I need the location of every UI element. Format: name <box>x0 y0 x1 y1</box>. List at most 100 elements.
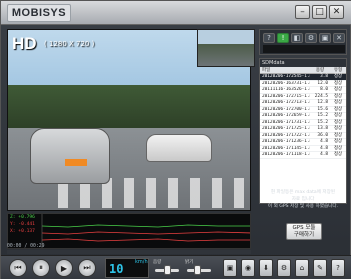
file-cell-size: 12.0 <box>317 80 328 86</box>
file-cell-name: 20120206-172713-1.mx <box>262 100 310 105</box>
gsensor-x-line <box>41 238 250 242</box>
control-bar: ⏮ ⏸ ▶ ⏭ 10 km/h 음량 밝기 ▣ ◉ ⬇ ⚙ ⌂ ✎? <box>1 255 351 279</box>
video-car-side <box>146 134 212 162</box>
file-cell-name: 20111116-163526-1.mx <box>262 87 310 92</box>
file-cell-size: 12.8 <box>317 100 328 105</box>
file-cell-name: 20120206-172659-1.mx <box>262 113 310 118</box>
file-cell-size: 4.8 <box>320 139 328 144</box>
playback-time: 00:00 / 00:29 <box>7 244 45 249</box>
file-list-header: 파일 용량 유형 <box>260 67 346 74</box>
map-tool-icon[interactable]: ⚙ <box>305 33 317 43</box>
column-header-size[interactable]: 용량 <box>310 67 330 73</box>
play-button[interactable]: ▶ <box>55 259 73 277</box>
storage-notice: 현 파일등은 max data에 저장된 자료 입니다 이 외 GPS 저장 및… <box>259 189 347 210</box>
file-cell-type: 정상 <box>333 106 343 112</box>
license-plate <box>65 159 87 166</box>
rear-camera-ground <box>198 44 254 66</box>
video-trees <box>8 85 250 130</box>
file-list-panel: SDMdata 파일 용량 유형 20120206-172545-1.mx 3.8… <box>259 58 347 204</box>
video-car-front <box>30 128 110 184</box>
file-cell-size: 15.2 <box>317 119 328 125</box>
file-cell-name: 20120206-172715-1.mx <box>262 93 310 99</box>
file-cell-name: 20120206-163731-1.mx <box>262 80 310 86</box>
file-cell-size: 13.8 <box>317 126 328 131</box>
next-button[interactable]: ⏭ <box>78 259 96 277</box>
open-button[interactable]: ⬇ <box>259 259 273 277</box>
brightness-label: 밝기 <box>185 260 194 265</box>
gps-purchase-button[interactable]: GPS 모듈 구매하기 <box>286 223 322 240</box>
file-cell-size: 4.8 <box>320 152 328 157</box>
gsensor-y-line <box>41 231 250 235</box>
title-bar: MOBISYS – □ ✕ <box>1 1 351 25</box>
file-cell-type: 정상 <box>333 119 343 125</box>
notice-line: 현 파일등은 max data에 저장된 <box>270 190 336 195</box>
gps-button-line1: GPS 모듈 <box>292 225 316 231</box>
capture-button[interactable]: ◉ <box>241 259 255 277</box>
volume-slider[interactable]: 음량 <box>153 260 181 276</box>
minimize-button[interactable]: – <box>295 5 310 19</box>
file-cell-type: 정상 <box>333 87 343 92</box>
map-tool-icon[interactable]: ▣ <box>319 33 331 43</box>
timeline-scrubber[interactable] <box>7 250 251 254</box>
gsensor-z-line <box>41 224 250 228</box>
settings-button[interactable]: ⚙ <box>277 259 291 277</box>
map-panel: ?! ◧ ⚙ ▣ ✕ <box>259 29 347 55</box>
brightness-slider[interactable]: 밝기 <box>185 260 213 276</box>
speed-unit: km/h <box>135 259 148 265</box>
file-list-title: SDMdata <box>260 59 346 67</box>
screen-mode-button[interactable]: ▣ <box>223 259 237 277</box>
notice-line: 이 외 GPS 저장 및 사용 하였습니다. <box>267 204 339 209</box>
volume-label: 음량 <box>153 260 162 265</box>
video-quality-label: HD <box>12 34 37 53</box>
file-cell-name: 20120206-172545-1.mx <box>262 74 310 79</box>
pause-button[interactable]: ⏸ <box>32 259 50 277</box>
map-tool-icon[interactable]: ✕ <box>333 33 345 43</box>
brightness-knob[interactable] <box>193 265 201 275</box>
file-cell-name: 20120206-171725-1.mx <box>262 126 310 131</box>
maximize-button[interactable]: □ <box>312 5 327 19</box>
volume-knob[interactable] <box>163 265 171 275</box>
file-cell-size: 224.5 <box>314 93 328 99</box>
gps-status-bar <box>263 45 345 53</box>
file-cell-type: 정상 <box>333 139 343 144</box>
file-cell-name: 20120206-171731-1.mx <box>262 119 310 125</box>
file-cell-size: 15.2 <box>317 113 328 118</box>
file-cell-type: 정상 <box>333 152 343 157</box>
file-cell-name: 20120206-171236-1.mx <box>262 139 310 144</box>
file-cell-size: 8.0 <box>320 87 328 92</box>
file-cell-size: 36.0 <box>317 132 328 138</box>
close-button[interactable]: ✕ <box>329 5 344 19</box>
file-cell-name: 20120206-171722-1.mx <box>262 132 310 138</box>
file-row[interactable]: 20120206-171118-1.mx 4.8 정상 <box>260 152 346 159</box>
file-cell-type: 정상 <box>333 145 343 151</box>
file-cell-type: 정상 <box>333 132 343 138</box>
gps-button-line2: 구매하기 <box>293 232 315 238</box>
file-cell-type: 정상 <box>333 100 343 105</box>
file-cell-size: 15.6 <box>317 106 328 112</box>
speed-display: 10 km/h <box>105 258 149 278</box>
map-tool-icon[interactable]: ◧ <box>291 33 303 43</box>
file-cell-type: 정상 <box>333 126 343 131</box>
file-cell-name: 20120206-171145-1.mx <box>262 145 310 151</box>
print-button[interactable]: ✎ <box>313 259 327 277</box>
file-list-rows: 20120206-172545-1.mx 3.8 정상 20120206-163731… <box>260 74 346 159</box>
map-tool-icon[interactable]: ! <box>277 33 289 43</box>
file-cell-type: 정상 <box>333 80 343 86</box>
app-window: MOBISYS – □ ✕ HD ( 1280 X 720 ) ?! ◧ ⚙ ▣ ✕ S… <box>0 0 351 279</box>
file-cell-type: 정상 <box>333 93 343 99</box>
column-header-file[interactable]: 파일 <box>260 67 310 73</box>
file-cell-size: 4.8 <box>320 145 328 151</box>
rear-camera-view[interactable] <box>197 29 255 67</box>
help-button[interactable]: ? <box>331 259 345 277</box>
mobisys-logo: MOBISYS <box>7 4 71 22</box>
speed-value: 10 <box>109 262 124 276</box>
column-header-type[interactable]: 유형 <box>330 67 346 73</box>
notice-line: 자료 입니다 <box>291 197 315 202</box>
home-button[interactable]: ⌂ <box>295 259 309 277</box>
file-cell-name: 20120206-171118-1.mx <box>262 152 310 157</box>
file-cell-size: 3.8 <box>320 74 328 79</box>
previous-button[interactable]: ⏮ <box>9 259 27 277</box>
file-cell-name: 20120206-172700-1.mx <box>262 106 310 112</box>
video-resolution-label: ( 1280 X 720 ) <box>44 40 95 48</box>
map-tool-icon[interactable]: ? <box>263 33 275 43</box>
